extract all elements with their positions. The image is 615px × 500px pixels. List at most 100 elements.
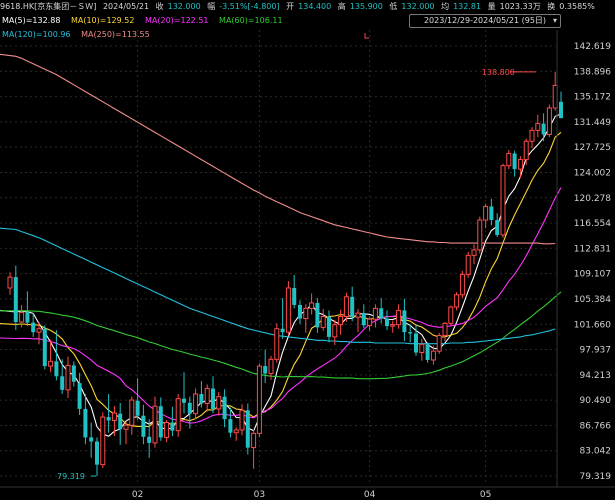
candle [419, 338, 425, 361]
candle [529, 126, 535, 149]
candle-body [60, 376, 65, 390]
candle [204, 384, 210, 412]
candle [239, 404, 245, 436]
candle-body [193, 393, 199, 415]
candle [541, 113, 546, 142]
candle-body [529, 129, 535, 142]
candle [425, 342, 430, 363]
candle [355, 309, 361, 333]
candle [89, 422, 94, 458]
candle-body [338, 316, 344, 326]
x-tick-label: 02 [132, 490, 143, 500]
candle-body [233, 429, 239, 434]
candle-body [343, 296, 349, 318]
candle [7, 272, 13, 295]
candle-body [385, 318, 389, 327]
candle [141, 404, 146, 445]
candle [343, 292, 349, 322]
candle-body [152, 405, 158, 444]
candle-body [135, 400, 140, 416]
candle-body [350, 296, 355, 318]
candle-body [31, 322, 36, 333]
candle-body [216, 396, 222, 410]
candle [135, 378, 140, 420]
candle-body [327, 316, 331, 337]
candle [211, 376, 215, 413]
candle [25, 291, 30, 327]
candle-body [430, 350, 436, 361]
candle-body [280, 328, 285, 333]
candle-body [239, 409, 245, 431]
y-tick-label: 83.042 [580, 447, 612, 457]
candle-body [559, 101, 563, 119]
candle-body [100, 416, 106, 466]
candle-body [535, 123, 541, 131]
candle [13, 265, 18, 331]
candle [459, 270, 465, 299]
candle-body [379, 308, 384, 319]
candle [367, 317, 373, 331]
candle [285, 281, 291, 336]
candle [100, 412, 106, 469]
candle [170, 406, 175, 437]
candle-body [42, 328, 47, 367]
ma10-line [0, 131, 562, 428]
candle [77, 372, 82, 416]
candle [471, 244, 477, 265]
candle-body [222, 396, 227, 420]
candle-body [309, 302, 315, 309]
candle-body [83, 408, 88, 438]
candle-body [367, 318, 373, 326]
candle [390, 320, 396, 333]
candle-body [459, 273, 465, 296]
candle [152, 396, 158, 448]
candle-body [164, 421, 170, 438]
candle-body [315, 302, 320, 328]
y-tick-label: 112.831 [574, 244, 611, 254]
candle-body [204, 388, 210, 404]
candle [216, 391, 222, 416]
candle [251, 429, 257, 469]
candle [83, 393, 88, 445]
candle-body [13, 277, 18, 322]
candle [379, 298, 384, 324]
candle-body [465, 254, 471, 275]
candle [315, 298, 320, 333]
x-tick-label: 03 [254, 490, 265, 500]
y-tick-label: 131.449 [574, 118, 611, 128]
candle-body [158, 406, 163, 438]
candle-body [425, 344, 430, 360]
candle [396, 304, 402, 329]
candle [71, 361, 76, 387]
y-tick-label: 124.002 [574, 168, 611, 178]
candle-body [372, 307, 378, 320]
candle [436, 332, 442, 354]
candle [263, 349, 268, 384]
candle [298, 300, 302, 324]
candle-body [414, 333, 418, 353]
axes: 142.619 138.896 135.172 131.449 127.725 124.0… [0, 30, 615, 500]
candle-body [361, 313, 366, 326]
y-tick-label: 127.725 [574, 143, 611, 153]
ma120-line [0, 227, 556, 345]
candle [233, 427, 239, 441]
candle-body [292, 287, 297, 305]
y-tick-label: 109.107 [574, 270, 611, 280]
candle [60, 359, 65, 394]
candle [546, 104, 552, 138]
candle-body [303, 307, 309, 320]
x-tick-label: 05 [480, 490, 491, 500]
candle-body [285, 287, 291, 333]
y-tick-label: 116.554 [574, 219, 611, 229]
crosshair-marker [364, 33, 369, 39]
candle-body [36, 328, 42, 333]
candle-body [182, 398, 186, 403]
candle-body [332, 324, 338, 338]
candle [303, 304, 309, 333]
candle-body [512, 153, 517, 170]
candle-body [390, 324, 396, 327]
candle-body [448, 306, 454, 324]
candlestick-chart[interactable]: 142.619 138.896 135.172 131.449 127.725 124.0… [0, 0, 615, 500]
candle-body [483, 205, 489, 221]
candle [164, 419, 170, 443]
